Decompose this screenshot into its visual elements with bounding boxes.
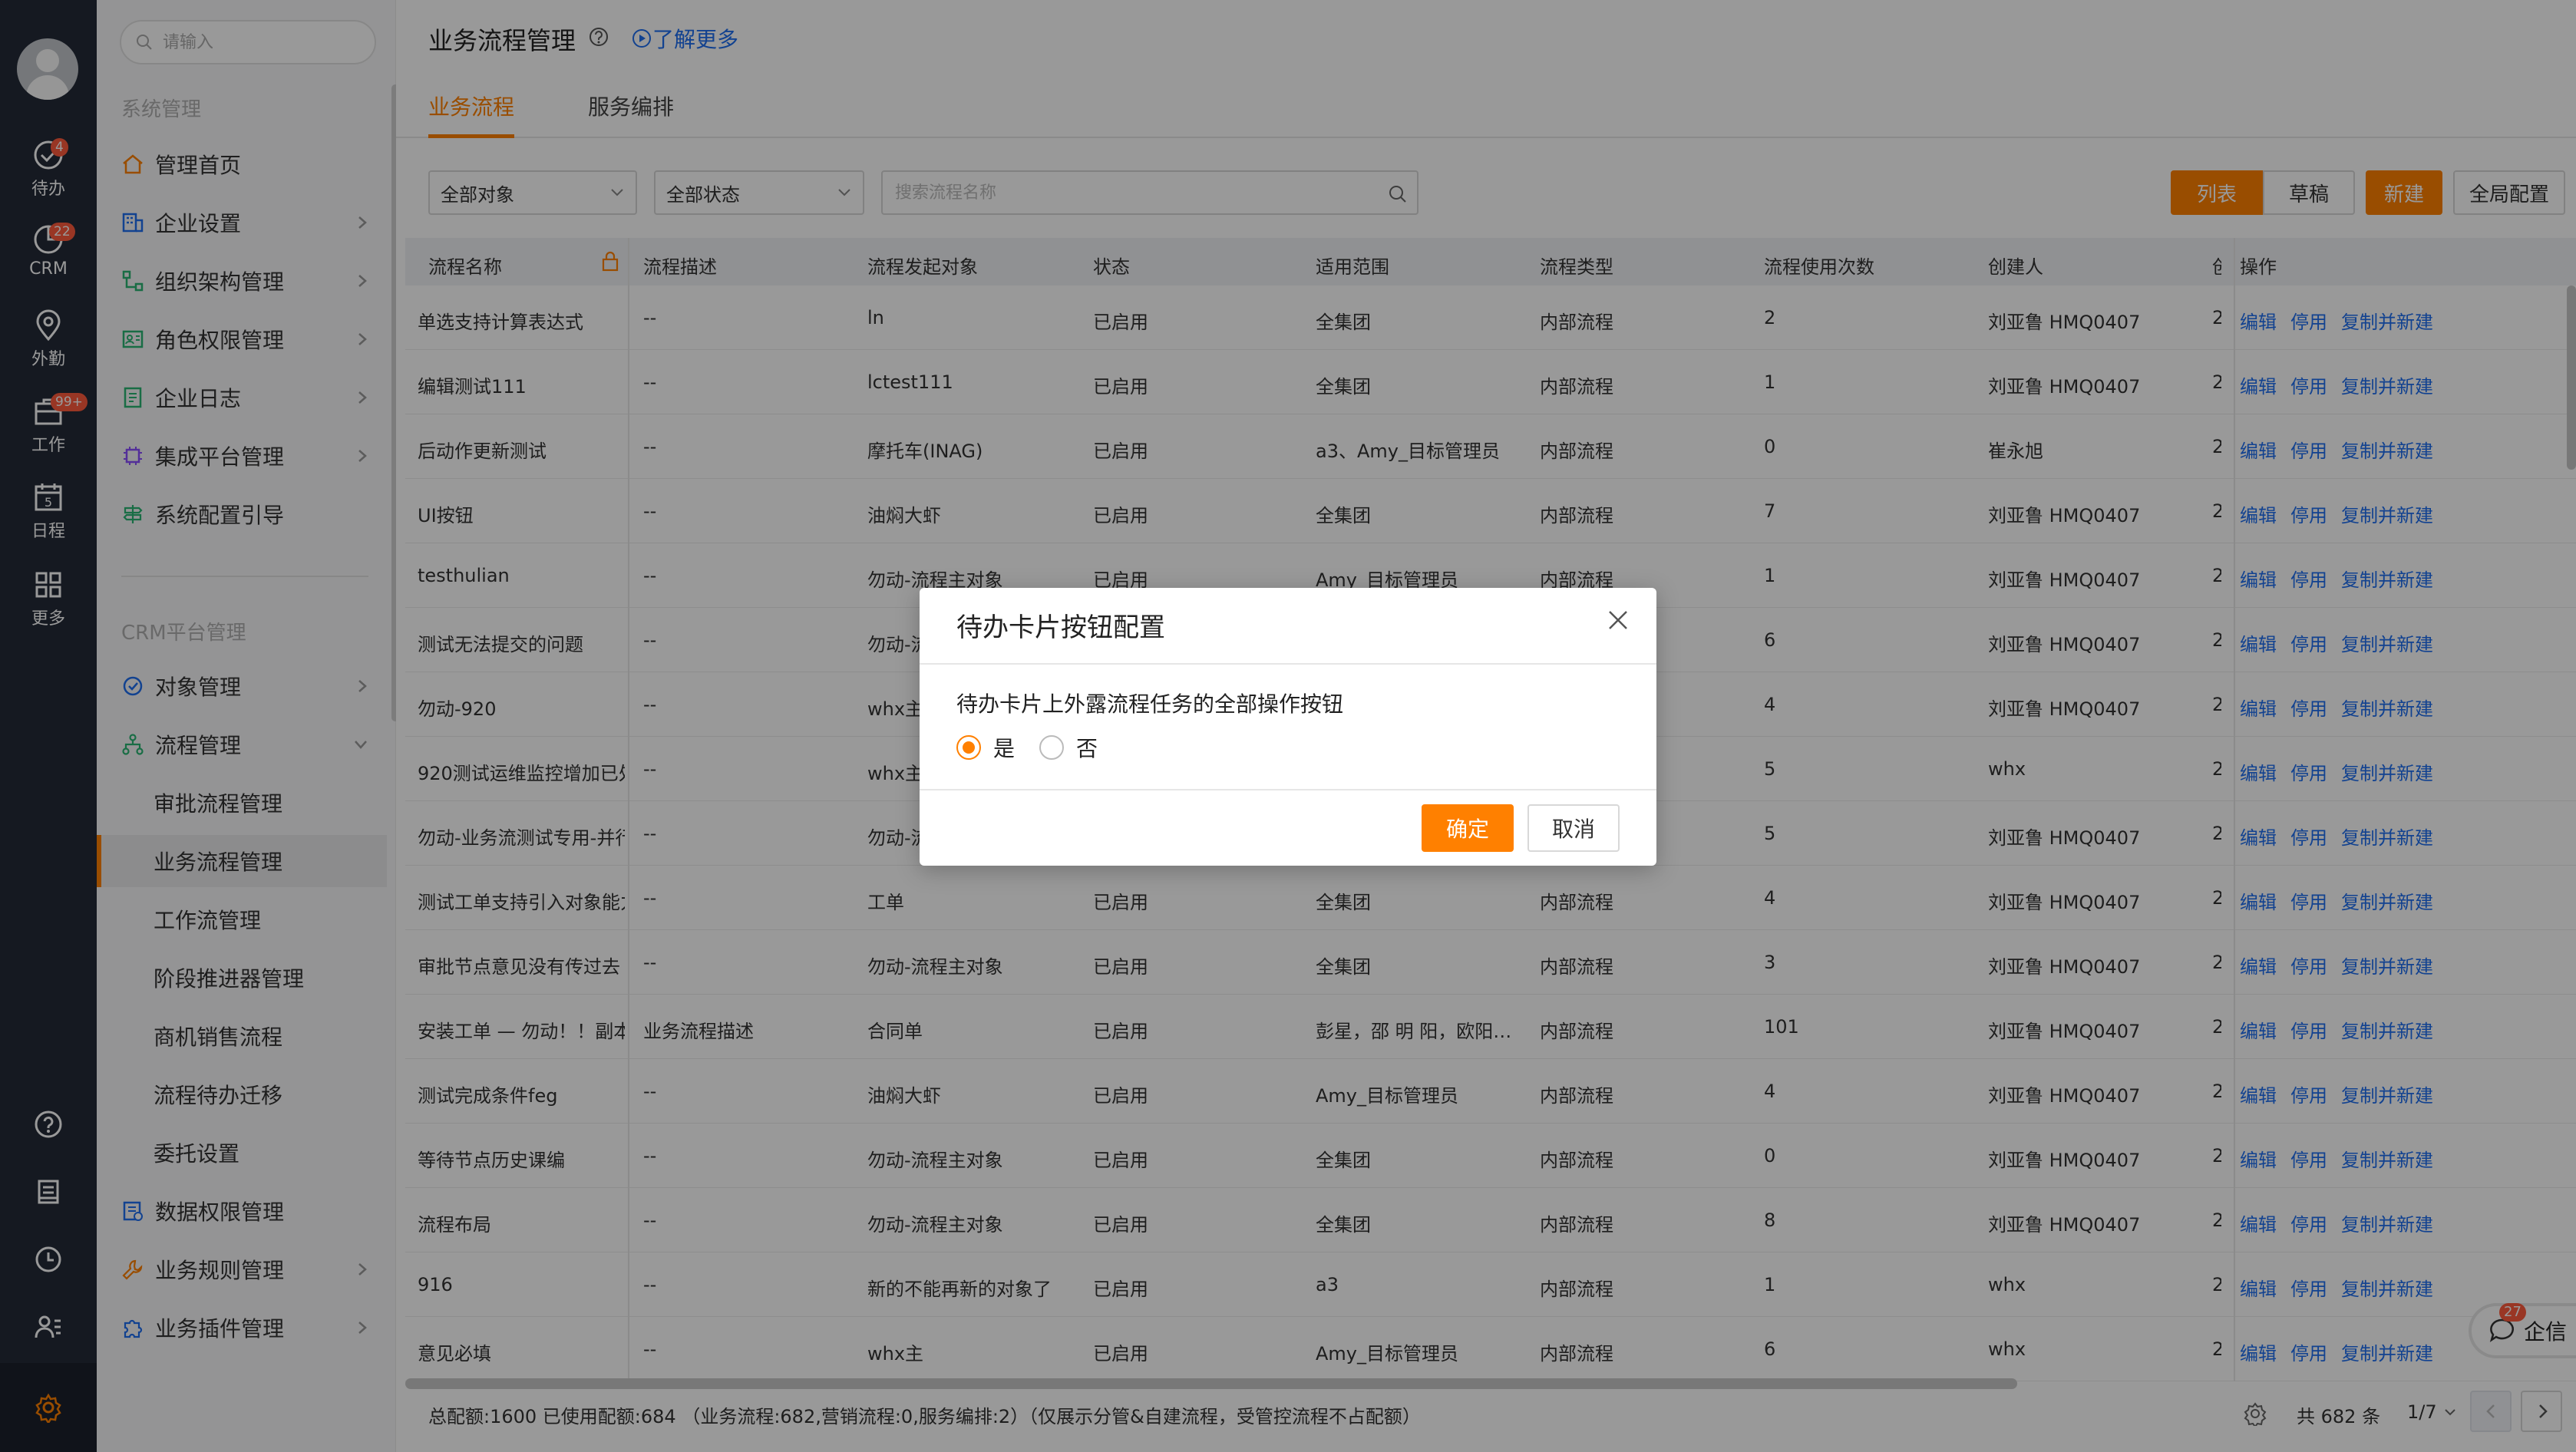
radio-yes[interactable]: 是: [956, 732, 1015, 763]
cancel-button[interactable]: 取消: [1527, 804, 1620, 852]
radio-yes-indicator[interactable]: [956, 735, 981, 760]
dialog-description: 待办卡片上外露流程任务的全部操作按钮: [956, 691, 1344, 717]
dialog-header-divider: [920, 663, 1656, 665]
close-icon[interactable]: [1606, 608, 1630, 632]
radio-no[interactable]: 否: [1039, 732, 1098, 763]
dialog-footer-divider: [920, 789, 1656, 790]
radio-no-indicator[interactable]: [1039, 735, 1064, 760]
confirm-button[interactable]: 确定: [1422, 804, 1514, 852]
radio-yes-label: 是: [993, 736, 1016, 761]
todo-card-button-config-dialog: 待办卡片按钮配置 待办卡片上外露流程任务的全部操作按钮 是 否 确定 取消: [920, 588, 1656, 866]
dialog-title: 待办卡片按钮配置: [956, 612, 1165, 643]
radio-no-label: 否: [1076, 736, 1098, 761]
